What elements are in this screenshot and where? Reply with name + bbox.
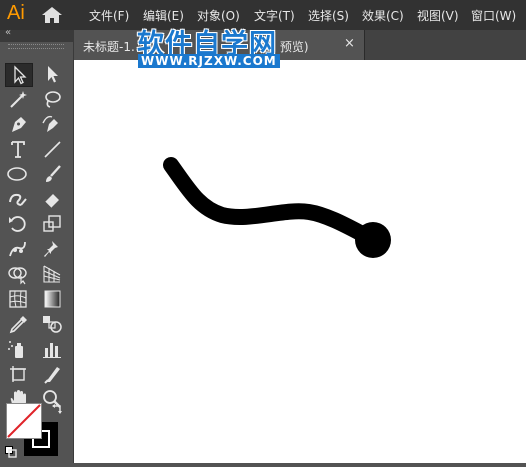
selection-arrow-icon xyxy=(14,65,27,85)
menu-window[interactable]: 窗口(W) xyxy=(471,7,516,24)
type-tool[interactable] xyxy=(5,138,31,160)
direct-selection-arrow-icon xyxy=(48,66,58,83)
rotate-tool[interactable] xyxy=(5,213,31,235)
watermark: 软件自学网 WWW.RJZXW.COM xyxy=(137,22,297,70)
mesh-icon xyxy=(9,290,27,308)
artboard-icon xyxy=(10,366,26,382)
symbol-sprayer-icon xyxy=(8,341,23,358)
shape-builder-tool[interactable] xyxy=(5,263,31,285)
scale-tool[interactable] xyxy=(39,213,65,235)
pin-icon xyxy=(44,241,58,257)
paintbrush-tool[interactable] xyxy=(39,163,65,185)
lasso-icon xyxy=(45,91,61,108)
swap-fill-stroke-icon[interactable] xyxy=(50,403,64,417)
curvature-tool[interactable] xyxy=(39,113,65,135)
pin-tool[interactable] xyxy=(39,238,65,260)
panel-header: « xyxy=(0,27,73,42)
fill-color-swatch[interactable] xyxy=(6,403,42,439)
menu-effect[interactable]: 效果(C) xyxy=(362,7,404,24)
perspective-grid-tool[interactable] xyxy=(39,263,65,285)
type-t-icon xyxy=(11,141,25,158)
lasso-tool[interactable] xyxy=(39,88,65,110)
paintbrush-icon xyxy=(46,165,61,182)
symbol-sprayer-tool[interactable] xyxy=(5,338,31,360)
slice-tool[interactable] xyxy=(39,363,65,385)
shape-builder-icon xyxy=(8,267,27,285)
watermark-url: WWW.RJZXW.COM xyxy=(138,54,280,68)
brush-stroke-path xyxy=(163,157,378,246)
artboard-canvas[interactable] xyxy=(74,60,526,463)
slice-knife-icon xyxy=(44,367,60,384)
tab-title: 未标题-1. xyxy=(83,40,135,54)
menu-select[interactable]: 选择(S) xyxy=(308,7,349,24)
line-segment-tool[interactable] xyxy=(39,138,65,160)
ellipse-tool[interactable] xyxy=(5,163,31,185)
default-fill-stroke-icon[interactable] xyxy=(5,446,17,458)
pen-icon xyxy=(12,117,26,132)
magic-wand-tool[interactable] xyxy=(5,88,31,110)
artboard-tool[interactable] xyxy=(5,363,31,385)
curvature-pen-icon xyxy=(42,115,58,132)
column-graph-tool[interactable] xyxy=(39,338,65,360)
pen-tool[interactable] xyxy=(5,113,31,135)
menu-file[interactable]: 文件(F) xyxy=(89,7,129,24)
shaper-tool[interactable] xyxy=(5,188,31,210)
panel-grip[interactable] xyxy=(8,44,64,49)
no-fill-slash-icon xyxy=(7,404,41,438)
gradient-icon xyxy=(44,290,61,308)
perspective-grid-icon xyxy=(43,265,61,283)
home-icon[interactable] xyxy=(41,6,63,24)
tools-panel: « xyxy=(0,27,74,463)
eraser-tool[interactable] xyxy=(39,188,65,210)
column-graph-icon xyxy=(43,343,61,358)
blend-icon xyxy=(43,316,62,333)
menu-view[interactable]: 视图(V) xyxy=(417,7,459,24)
collapse-icon[interactable]: « xyxy=(5,27,11,38)
artwork xyxy=(163,157,391,258)
line-segment-icon xyxy=(44,141,61,158)
direct-selection-tool[interactable] xyxy=(39,63,65,85)
rotate-icon xyxy=(9,216,26,232)
eraser-icon xyxy=(44,194,59,209)
selection-tool[interactable] xyxy=(5,63,33,87)
scale-icon xyxy=(43,215,61,232)
ellipse-icon xyxy=(7,167,27,181)
app-logo: Ai xyxy=(7,2,25,24)
stroke-end-point xyxy=(355,222,391,258)
tab-close-icon[interactable]: × xyxy=(344,36,355,51)
magic-wand-icon xyxy=(10,91,27,108)
puppet-warp-tool[interactable] xyxy=(5,238,31,260)
gradient-tool[interactable] xyxy=(39,288,65,310)
puppet-warp-icon xyxy=(9,241,26,257)
blend-tool[interactable] xyxy=(39,313,65,335)
eyedropper-tool[interactable] xyxy=(5,313,31,335)
eyedropper-icon xyxy=(9,316,27,334)
mesh-tool[interactable] xyxy=(5,288,31,310)
shaper-icon xyxy=(9,193,27,206)
